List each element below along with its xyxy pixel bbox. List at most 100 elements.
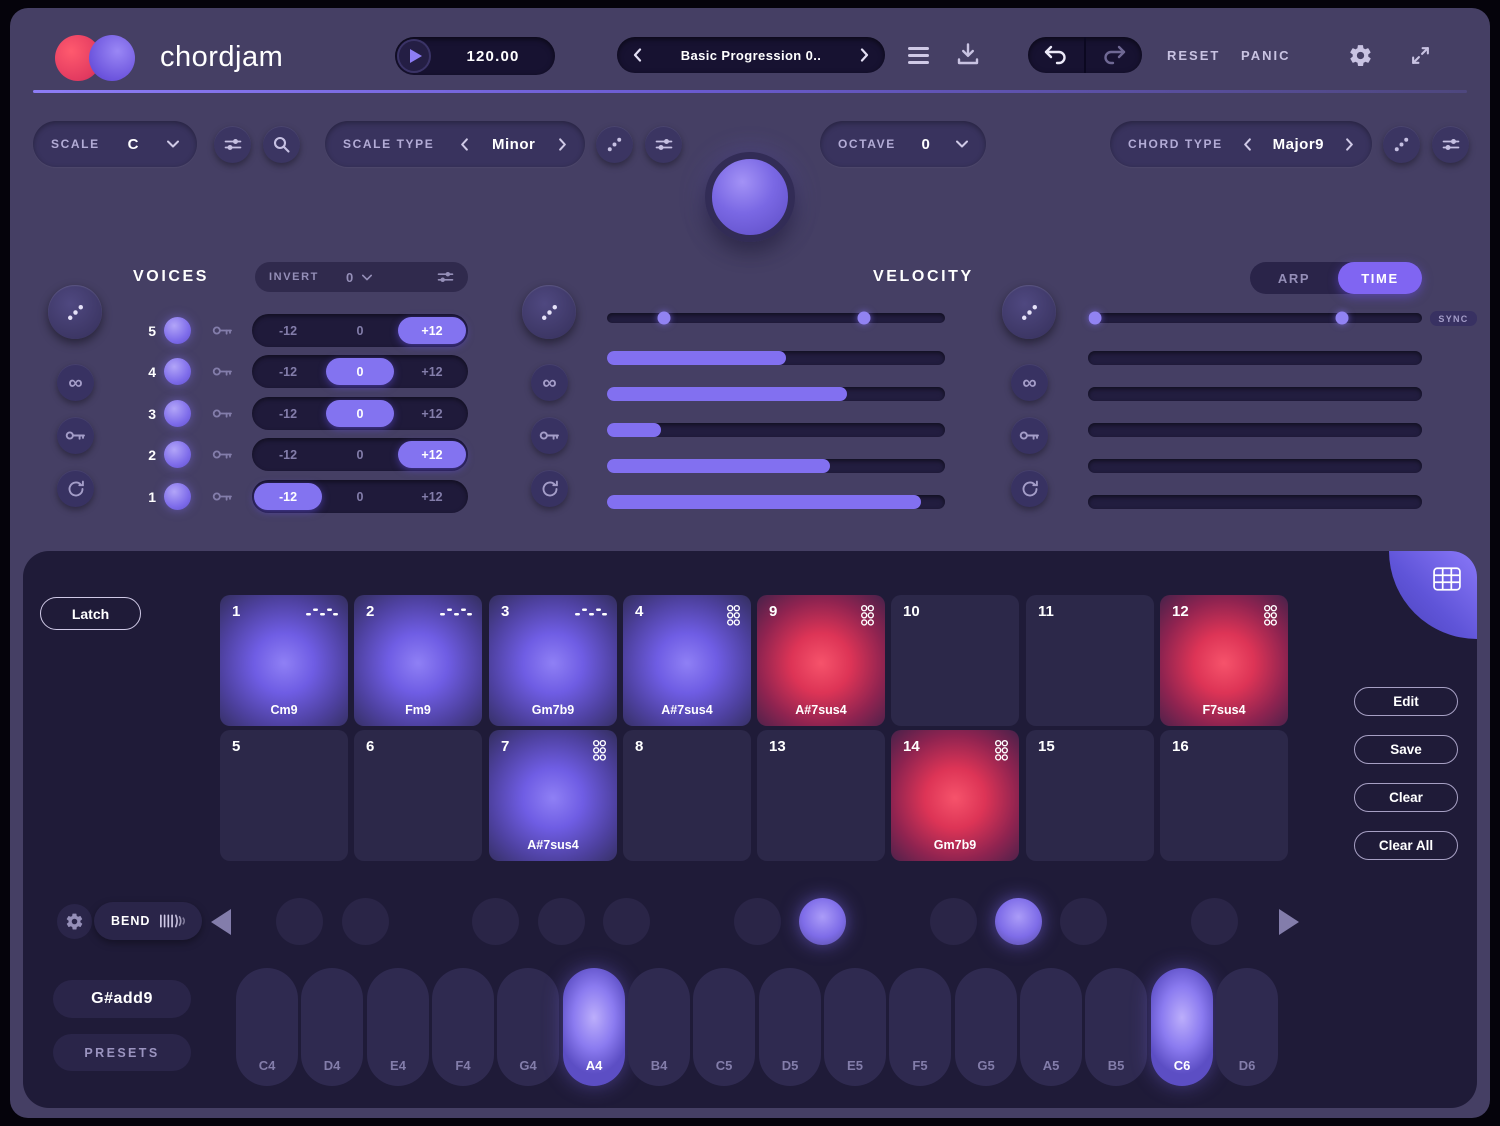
chevron-right-icon[interactable] bbox=[1345, 138, 1354, 151]
undo-button[interactable] bbox=[1028, 37, 1084, 73]
black-key[interactable] bbox=[995, 898, 1042, 945]
voice-octave-option[interactable]: 0 bbox=[326, 400, 394, 427]
preset-prev-button[interactable] bbox=[633, 48, 642, 62]
voice-octave-option[interactable]: +12 bbox=[398, 400, 466, 427]
sync-toggle[interactable]: SYNC bbox=[1430, 311, 1477, 326]
scale-type-select[interactable]: SCALE TYPE Minor bbox=[325, 121, 585, 167]
voice-octave-option[interactable]: 0 bbox=[326, 358, 394, 385]
white-key[interactable]: G4 bbox=[497, 968, 559, 1086]
black-key[interactable] bbox=[538, 898, 585, 945]
velocity-range-handle-min[interactable] bbox=[658, 312, 671, 325]
pad[interactable]: 4 A#7sus4 bbox=[623, 595, 751, 726]
black-key[interactable] bbox=[799, 898, 846, 945]
white-key[interactable]: D4 bbox=[301, 968, 363, 1086]
voice-toggle[interactable] bbox=[164, 317, 191, 344]
keyboard-scroll-right[interactable] bbox=[1279, 909, 1299, 935]
chevron-left-icon[interactable] bbox=[1243, 138, 1252, 151]
white-key[interactable]: A4 bbox=[563, 968, 625, 1086]
white-key[interactable]: A5 bbox=[1020, 968, 1082, 1086]
chord-type-sliders-button[interactable] bbox=[1432, 126, 1469, 163]
timing-refresh-button[interactable] bbox=[1011, 470, 1048, 507]
black-key[interactable] bbox=[603, 898, 650, 945]
pad[interactable]: 16 bbox=[1160, 730, 1288, 861]
menu-button[interactable] bbox=[908, 43, 929, 68]
timing-bar[interactable] bbox=[1088, 495, 1422, 509]
velocity-range-slider[interactable] bbox=[607, 313, 945, 323]
velocity-bar[interactable] bbox=[607, 351, 945, 365]
pad[interactable]: 2 Fm9 bbox=[354, 595, 482, 726]
voices-refresh-button[interactable] bbox=[57, 470, 94, 507]
scale-search-button[interactable] bbox=[263, 126, 300, 163]
velocity-infinity-button[interactable]: ∞ bbox=[531, 364, 568, 401]
download-button[interactable] bbox=[956, 42, 980, 69]
black-key[interactable] bbox=[1191, 898, 1238, 945]
invert-select[interactable]: INVERT 0 bbox=[255, 262, 468, 292]
voice-lock-button[interactable] bbox=[212, 407, 233, 423]
black-key[interactable] bbox=[276, 898, 323, 945]
white-key[interactable]: B4 bbox=[628, 968, 690, 1086]
velocity-bar[interactable] bbox=[607, 387, 945, 401]
clear-all-button[interactable]: Clear All bbox=[1354, 831, 1458, 860]
chevron-right-icon[interactable] bbox=[558, 138, 567, 151]
velocity-lock-button[interactable] bbox=[531, 417, 568, 454]
keyboard-scroll-left[interactable] bbox=[211, 909, 231, 935]
voice-octave-option[interactable]: +12 bbox=[398, 441, 466, 468]
white-key[interactable]: D6 bbox=[1216, 968, 1278, 1086]
pad[interactable]: 14 Gm7b9 bbox=[891, 730, 1019, 861]
black-key[interactable] bbox=[342, 898, 389, 945]
pad[interactable]: 8 bbox=[623, 730, 751, 861]
timing-lock-button[interactable] bbox=[1011, 417, 1048, 454]
timing-bar[interactable] bbox=[1088, 387, 1422, 401]
voice-lock-button[interactable] bbox=[212, 324, 233, 340]
voice-octave-option[interactable]: +12 bbox=[398, 358, 466, 385]
scale-type-randomize-button[interactable] bbox=[596, 126, 633, 163]
black-key[interactable] bbox=[734, 898, 781, 945]
velocity-refresh-button[interactable] bbox=[531, 470, 568, 507]
main-knob[interactable] bbox=[705, 152, 795, 242]
octave-select[interactable]: OCTAVE 0 bbox=[820, 121, 986, 167]
voice-lock-button[interactable] bbox=[212, 365, 233, 381]
timing-bar[interactable] bbox=[1088, 423, 1422, 437]
timing-bar[interactable] bbox=[1088, 459, 1422, 473]
arp-tab[interactable]: ARP bbox=[1250, 271, 1338, 286]
expand-button[interactable] bbox=[1410, 45, 1431, 69]
voice-octave-option[interactable]: +12 bbox=[398, 483, 466, 510]
timing-range-handle-min[interactable] bbox=[1088, 312, 1101, 325]
timing-bar[interactable] bbox=[1088, 351, 1422, 365]
pad[interactable]: 5 bbox=[220, 730, 348, 861]
timing-range-handle-max[interactable] bbox=[1335, 312, 1348, 325]
white-key[interactable]: C4 bbox=[236, 968, 298, 1086]
velocity-random-knob[interactable] bbox=[522, 285, 576, 339]
voice-octave-option[interactable]: +12 bbox=[398, 317, 466, 344]
voice-octave-option[interactable]: -12 bbox=[254, 400, 322, 427]
pad[interactable]: 6 bbox=[354, 730, 482, 861]
scale-sliders-button[interactable] bbox=[214, 126, 251, 163]
white-key[interactable]: F4 bbox=[432, 968, 494, 1086]
chevron-left-icon[interactable] bbox=[460, 138, 469, 151]
white-key[interactable]: B5 bbox=[1085, 968, 1147, 1086]
pad[interactable]: 12 F7sus4 bbox=[1160, 595, 1288, 726]
voice-octave-option[interactable]: -12 bbox=[254, 358, 322, 385]
pad[interactable]: 9 A#7sus4 bbox=[757, 595, 885, 726]
pad[interactable]: 3 Gm7b9 bbox=[489, 595, 617, 726]
settings-button[interactable] bbox=[1348, 43, 1373, 71]
voices-lock-button[interactable] bbox=[57, 417, 94, 454]
velocity-bar[interactable] bbox=[607, 459, 945, 473]
black-key[interactable] bbox=[930, 898, 977, 945]
edit-button[interactable]: Edit bbox=[1354, 687, 1458, 716]
white-key[interactable]: F5 bbox=[889, 968, 951, 1086]
timing-infinity-button[interactable]: ∞ bbox=[1011, 364, 1048, 401]
white-key[interactable]: G5 bbox=[955, 968, 1017, 1086]
velocity-range-handle-max[interactable] bbox=[857, 312, 870, 325]
timing-random-knob[interactable] bbox=[1002, 285, 1056, 339]
voices-infinity-button[interactable]: ∞ bbox=[57, 364, 94, 401]
redo-button[interactable] bbox=[1086, 37, 1142, 73]
voice-octave-option[interactable]: 0 bbox=[326, 441, 394, 468]
voice-octave-option[interactable]: 0 bbox=[326, 317, 394, 344]
velocity-bar[interactable] bbox=[607, 495, 945, 509]
chord-type-select[interactable]: CHORD TYPE Major9 bbox=[1110, 121, 1372, 167]
white-key[interactable]: C5 bbox=[693, 968, 755, 1086]
pad[interactable]: 7 A#7sus4 bbox=[489, 730, 617, 861]
pad[interactable]: 10 bbox=[891, 595, 1019, 726]
white-key[interactable]: E4 bbox=[367, 968, 429, 1086]
